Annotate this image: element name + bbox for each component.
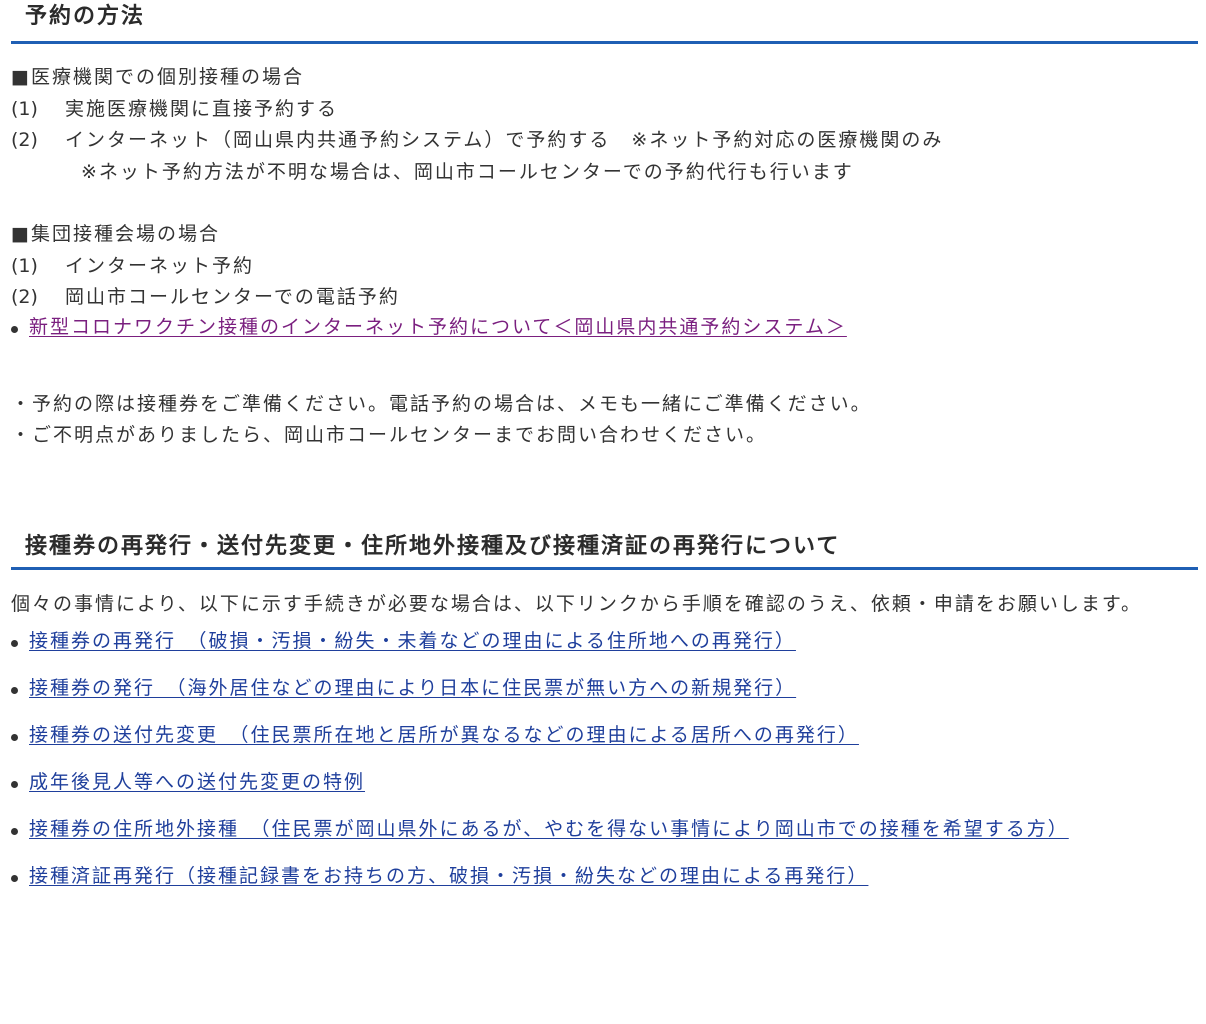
page: 予約の方法 ■医療機関での個別接種の場合 (1) 実施医療機関に直接予約する (2… bbox=[0, 0, 1206, 1024]
item-number: (2) bbox=[11, 129, 38, 151]
list-item: 接種済証再発行（接種記録書をお持ちの方、破損・汚損・紛失などの理由による再発行） bbox=[11, 863, 1198, 889]
individual-header: ■医療機関での個別接種の場合 bbox=[11, 66, 304, 88]
note-contact: ・ご不明点がありましたら、岡山市コールセンターまでお問い合わせください。 bbox=[11, 424, 768, 446]
item-text: 岡山市コールセンターでの電話予約 bbox=[65, 286, 400, 308]
reservation-methods: ■医療機関での個別接種の場合 (1) 実施医療機関に直接予約する (2) インターネ… bbox=[11, 62, 1198, 314]
item-text: インターネット（岡山県内共通予約システム）で予約する ※ネット予約対応の医療機関… bbox=[65, 129, 944, 151]
reservation-link-list: 新型コロナワクチン接種のインターネット予約について＜岡山県内共通予約システム＞ bbox=[11, 314, 1198, 340]
list-item: 接種券の送付先変更 （住民票所在地と居所が異なるなどの理由による居所への再発行） bbox=[11, 722, 1198, 748]
guardian-delivery-special-link[interactable]: 成年後見人等への送付先変更の特例 bbox=[29, 771, 365, 793]
internet-reservation-link[interactable]: 新型コロナワクチン接種のインターネット予約について＜岡山県内共通予約システム＞ bbox=[29, 316, 847, 338]
section-title-reissue: 接種券の再発行・送付先変更・住所地外接種及び接種済証の再発行について bbox=[11, 528, 1198, 570]
ticket-reissue-link[interactable]: 接種券の再発行 （破損・汚損・紛失・未着などの理由による住所地への再発行） bbox=[29, 630, 796, 652]
item-number: (1) bbox=[11, 97, 38, 120]
list-item: 接種券の再発行 （破損・汚損・紛失・未着などの理由による住所地への再発行） bbox=[11, 628, 1198, 654]
reissue-intro: 個々の事情により、以下に示す手続きが必要な場合は、以下リンクから手順を確認のうえ… bbox=[11, 592, 1142, 615]
group-item-2: (2) 岡山市コールセンターでの電話予約 bbox=[11, 282, 1198, 314]
item-text: インターネット予約 bbox=[65, 254, 255, 277]
ticket-issue-overseas-link[interactable]: 接種券の発行 （海外居住などの理由により日本に住民票が無い方への新規発行） bbox=[29, 677, 796, 699]
list-item: 新型コロナワクチン接種のインターネット予約について＜岡山県内共通予約システム＞ bbox=[11, 314, 1198, 340]
individual-note: ※ネット予約方法が不明な場合は、岡山市コールセンターでの予約代行も行います bbox=[81, 160, 854, 183]
item-number: (2) bbox=[11, 286, 38, 308]
group-item-1: (1) インターネット予約 bbox=[11, 251, 1198, 283]
item-text: 実施医療機関に直接予約する bbox=[65, 97, 339, 120]
list-item: 接種券の住所地外接種 （住民票が岡山県外にあるが、やむを得ない事情により岡山市で… bbox=[11, 816, 1198, 842]
section-title-reservation: 予約の方法 bbox=[11, 0, 1198, 44]
item-number: (1) bbox=[11, 254, 38, 277]
individual-item-2: (2) インターネット（岡山県内共通予約システム）で予約する ※ネット予約対応の医… bbox=[11, 125, 1198, 157]
certificate-reissue-link[interactable]: 接種済証再発行（接種記録書をお持ちの方、破損・汚損・紛失などの理由による再発行） bbox=[29, 865, 868, 887]
group-header: ■集団接種会場の場合 bbox=[11, 223, 220, 245]
individual-item-1: (1) 実施医療機関に直接予約する bbox=[11, 94, 1198, 126]
note-prepare-ticket: ・予約の際は接種券をご準備ください。電話予約の場合は、メモも一緒にご準備ください… bbox=[11, 392, 872, 415]
list-item: 接種券の発行 （海外居住などの理由により日本に住民票が無い方への新規発行） bbox=[11, 675, 1198, 701]
delivery-address-change-link[interactable]: 接種券の送付先変更 （住民票所在地と居所が異なるなどの理由による居所への再発行） bbox=[29, 724, 859, 746]
reissue-link-list: 接種券の再発行 （破損・汚損・紛失・未着などの理由による住所地への再発行） 接種… bbox=[11, 628, 1198, 889]
reservation-notes: ・予約の際は接種券をご準備ください。電話予約の場合は、メモも一緒にご準備ください… bbox=[11, 389, 1198, 452]
outside-residence-vaccination-link[interactable]: 接種券の住所地外接種 （住民票が岡山県外にあるが、やむを得ない事情により岡山市で… bbox=[29, 818, 1069, 840]
list-item: 成年後見人等への送付先変更の特例 bbox=[11, 769, 1198, 795]
